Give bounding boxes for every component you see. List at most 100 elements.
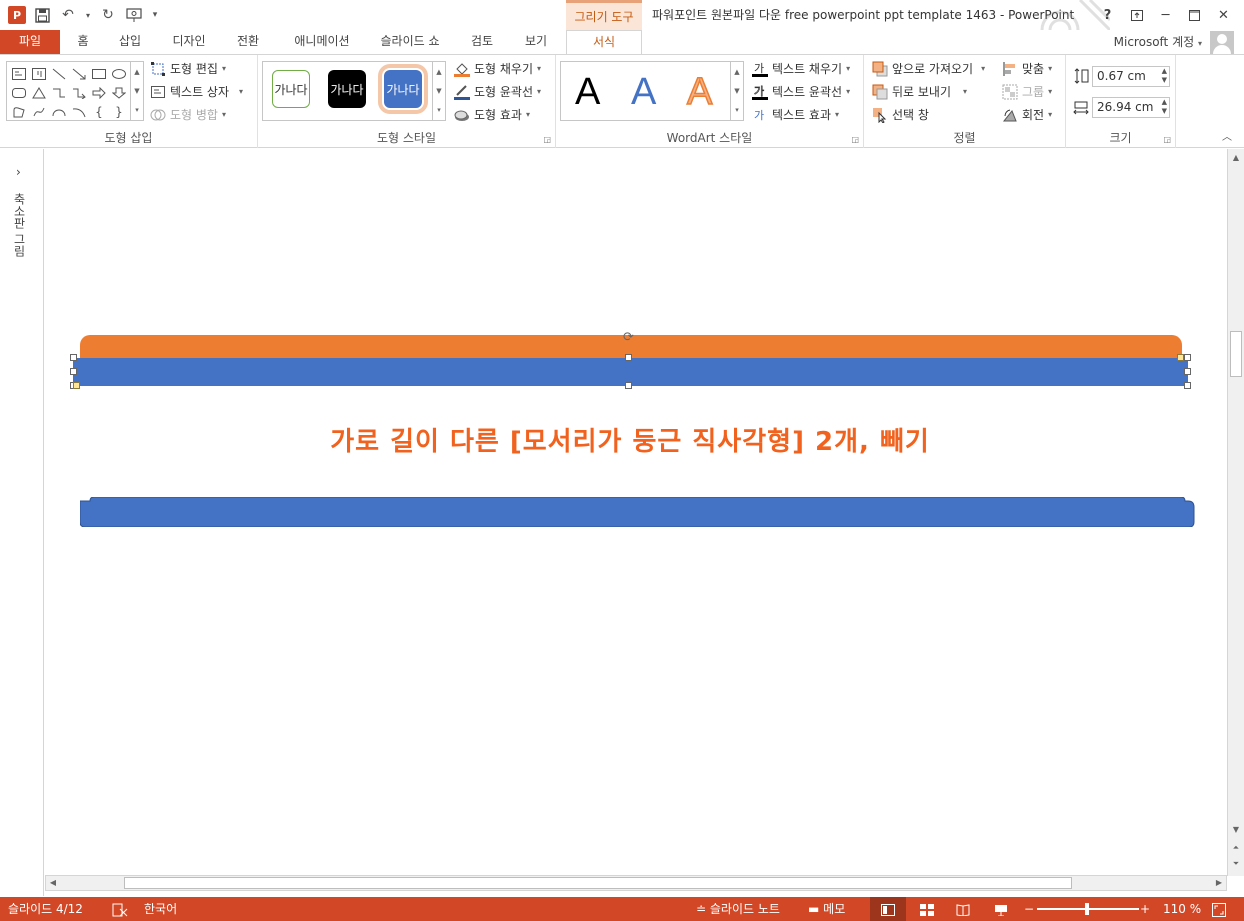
tab-transitions[interactable]: 전환 — [228, 30, 268, 54]
adjustment-handle[interactable] — [1177, 354, 1184, 361]
fit-to-window-icon[interactable] — [1212, 897, 1226, 921]
group-button[interactable]: 그룹 ▾ — [1002, 82, 1052, 102]
dialog-launcher-icon[interactable]: ◲ — [543, 135, 551, 144]
align-button[interactable]: 맞춤 ▾ — [1002, 59, 1052, 79]
scroll-down-icon[interactable]: ▼ — [1228, 825, 1244, 834]
shape-style-gallery-scroll[interactable]: ▲ ▼ ▾ — [432, 62, 445, 120]
previous-slide-icon[interactable]: ⏶ — [1228, 843, 1244, 853]
horizontal-scrollbar[interactable]: ◀ ▶ — [45, 875, 1227, 891]
arc-shape-icon[interactable] — [69, 102, 89, 121]
scroll-down-icon[interactable]: ▼ — [734, 87, 739, 95]
minimize-icon[interactable]: ─ — [1151, 4, 1180, 26]
vertical-scrollbar[interactable]: ▲ ▼ ⏶ ⏷ — [1227, 149, 1244, 876]
slide-indicator[interactable]: 슬라이드 4/12 — [8, 897, 83, 921]
reading-view-button[interactable] — [952, 897, 974, 921]
shape-height-input[interactable]: 0.67 cm ▲ ▼ — [1092, 66, 1170, 87]
zoom-slider-thumb[interactable] — [1085, 903, 1089, 915]
left-brace-shape-icon[interactable]: { — [89, 102, 109, 121]
maximize-icon[interactable] — [1180, 4, 1209, 26]
horizontal-scroll-thumb[interactable] — [124, 877, 1072, 889]
scroll-right-icon[interactable]: ▶ — [1212, 876, 1226, 890]
resize-handle[interactable] — [1184, 382, 1191, 389]
customize-qat-icon[interactable]: ▾ — [150, 5, 160, 25]
resize-handle[interactable] — [625, 354, 632, 361]
resize-handle[interactable] — [70, 368, 77, 375]
zoom-in-button[interactable]: + — [1140, 897, 1150, 921]
rotate-handle-icon[interactable]: ⟳ — [623, 331, 636, 344]
right-arrow-shape-icon[interactable] — [89, 83, 109, 102]
width-spinner[interactable]: ▲ ▼ — [1162, 98, 1167, 116]
shape-gallery[interactable]: { } ▲ ▼ ▾ — [6, 61, 144, 121]
curved-connector-shape-icon[interactable] — [49, 102, 69, 121]
wordart-style-black[interactable]: A — [575, 70, 600, 114]
text-effects-button[interactable]: 가 텍스트 효과 ▾ — [752, 105, 839, 125]
text-box-shape-icon[interactable] — [9, 64, 29, 83]
bring-forward-button[interactable]: 앞으로 가져오기 ▾ — [872, 59, 985, 79]
freeform-shape-icon[interactable] — [9, 102, 29, 121]
height-spinner[interactable]: ▲ ▼ — [1162, 67, 1167, 85]
scroll-up-icon[interactable]: ▲ — [436, 68, 441, 76]
oval-shape-icon[interactable] — [109, 64, 129, 83]
wordart-gallery-scroll[interactable]: ▲ ▼ ▾ — [730, 62, 743, 120]
tab-view[interactable]: 보기 — [516, 30, 556, 54]
elbow-connector-shape-icon[interactable] — [49, 83, 69, 102]
line-shape-icon[interactable] — [49, 64, 69, 83]
text-outline-button[interactable]: 가 텍스트 윤곽선 ▾ — [752, 82, 850, 102]
wordart-gallery[interactable]: A A A ▲ ▼ ▾ — [560, 61, 744, 121]
resize-handle[interactable] — [1184, 354, 1191, 361]
right-brace-shape-icon[interactable]: } — [109, 102, 129, 121]
powerpoint-logo-icon[interactable]: P — [8, 6, 26, 24]
shape-width-input[interactable]: 26.94 cm ▲ ▼ — [1092, 97, 1170, 118]
down-arrow-shape-icon[interactable] — [109, 83, 129, 102]
undo-dropdown-icon[interactable]: ▾ — [84, 5, 92, 25]
vertical-text-box-shape-icon[interactable] — [29, 64, 49, 83]
scroll-down-icon[interactable]: ▼ — [436, 87, 441, 95]
shape-style-black-fill[interactable]: 가나다 — [328, 70, 366, 108]
scroll-up-icon[interactable]: ▲ — [1228, 153, 1244, 162]
thumbnail-pane-label[interactable]: 축소판 그림 — [11, 193, 28, 257]
resize-handle[interactable] — [70, 354, 77, 361]
shape-outline-button[interactable]: 도형 윤곽선 ▾ — [454, 82, 541, 102]
account-button[interactable]: Microsoft 계정 ▾ — [1114, 33, 1202, 50]
resize-handle[interactable] — [625, 382, 632, 389]
text-fill-button[interactable]: 가 텍스트 채우기 ▾ — [752, 59, 850, 79]
close-icon[interactable]: ✕ — [1209, 4, 1238, 26]
tab-format[interactable]: 서식 — [566, 30, 642, 55]
slide-canvas[interactable]: ⟳ 가로 길이 다른 [모서리가 둥근 직사각형] 2개, 빼기 — [45, 149, 1226, 873]
collapse-ribbon-icon[interactable]: ︿ — [1222, 128, 1232, 143]
wordart-style-orange-outline[interactable]: A — [686, 70, 713, 114]
shape-style-blue-fill[interactable]: 가나다 — [378, 64, 428, 114]
adjustment-handle[interactable] — [73, 382, 80, 389]
shape-effects-button[interactable]: 도형 효과 ▾ — [454, 105, 530, 125]
rotate-button[interactable]: 회전 ▾ — [1002, 105, 1052, 125]
language-indicator[interactable]: 한국어 — [144, 897, 177, 921]
vertical-scroll-thumb[interactable] — [1230, 331, 1242, 377]
shape-fill-button[interactable]: 도형 채우기 ▾ — [454, 59, 541, 79]
rectangle-shape-icon[interactable] — [89, 64, 109, 83]
zoom-out-button[interactable]: − — [1024, 897, 1034, 921]
next-slide-icon[interactable]: ⏷ — [1228, 859, 1244, 869]
wordart-style-blue[interactable]: A — [631, 70, 656, 114]
expand-thumbnails-icon[interactable]: › — [16, 165, 21, 179]
tab-review[interactable]: 검토 — [462, 30, 502, 54]
subtracted-blue-shape[interactable] — [80, 497, 1195, 527]
tab-file[interactable]: 파일 — [0, 30, 60, 54]
undo-icon[interactable]: ↶ — [58, 5, 78, 25]
scroll-up-icon[interactable]: ▲ — [734, 68, 739, 76]
zoom-level[interactable]: 110 % — [1163, 897, 1201, 921]
normal-view-button[interactable] — [870, 897, 906, 921]
more-icon[interactable]: ▾ — [735, 106, 739, 114]
scroll-left-icon[interactable]: ◀ — [46, 876, 60, 890]
dialog-launcher-icon[interactable]: ◲ — [1163, 135, 1171, 144]
send-backward-button[interactable]: 뒤로 보내기 ▾ — [872, 82, 967, 102]
tab-design[interactable]: 디자인 — [164, 30, 214, 54]
scroll-down-icon[interactable]: ▼ — [134, 87, 139, 95]
save-icon[interactable] — [32, 5, 52, 25]
notes-button[interactable]: ≐ 슬라이드 노트 — [696, 897, 780, 921]
spell-check-icon[interactable] — [112, 897, 128, 921]
shape-gallery-scroll[interactable]: ▲ ▼ ▾ — [130, 62, 143, 120]
shape-style-outline-green[interactable]: 가나다 — [272, 70, 310, 108]
tab-animations[interactable]: 애니메이션 — [282, 30, 362, 54]
more-icon[interactable]: ▾ — [437, 106, 441, 114]
arrow-line-shape-icon[interactable] — [69, 64, 89, 83]
